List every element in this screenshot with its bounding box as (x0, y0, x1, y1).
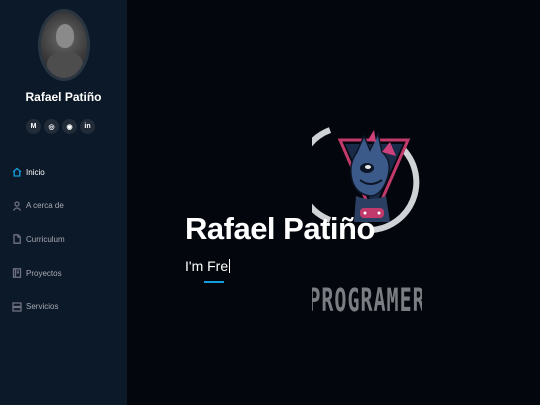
nav-item-curriculum[interactable]: Curriculum (12, 231, 65, 247)
nav-menu: Inicio A cerca de Curriculum Proyectos S… (12, 164, 65, 332)
nav-item-label: Inicio (26, 167, 45, 177)
nav-item-servicios[interactable]: Servicios (12, 299, 65, 315)
hero-section: PROGRAMER Rafael Patiño I'm Fre (127, 0, 540, 405)
user-icon (12, 201, 22, 211)
typed-subtitle: I'm Fre (185, 258, 231, 274)
svg-text:PROGRAMER: PROGRAMER (312, 282, 422, 319)
hero-title: Rafael Patiño (185, 211, 375, 246)
whatsapp-icon[interactable]: ◎ (44, 119, 59, 134)
linkedin-icon[interactable]: in (80, 119, 95, 134)
server-icon (12, 302, 22, 312)
sidebar: Rafael Patiño M ◎ ◉ in Inicio A cerca de… (0, 0, 127, 405)
profile-name: Rafael Patiño (25, 90, 102, 104)
social-links: M ◎ ◉ in (26, 119, 95, 134)
nav-item-label: A cerca de (26, 201, 64, 211)
accent-underline (204, 281, 224, 283)
typed-text: I'm Fre (185, 258, 229, 274)
gmail-icon[interactable]: M (26, 119, 41, 134)
nav-item-a-cerca-de[interactable]: A cerca de (12, 198, 65, 214)
book-icon (12, 268, 22, 278)
nav-item-proyectos[interactable]: Proyectos (12, 265, 65, 281)
home-icon (12, 167, 22, 177)
nav-item-inicio[interactable]: Inicio (12, 164, 65, 180)
typing-cursor (229, 259, 231, 273)
avatar (38, 9, 90, 81)
nav-item-label: Proyectos (26, 268, 62, 278)
file-icon (12, 234, 22, 245)
nav-item-label: Curriculum (26, 234, 65, 244)
github-icon[interactable]: ◉ (62, 119, 77, 134)
nav-item-label: Servicios (26, 302, 59, 312)
